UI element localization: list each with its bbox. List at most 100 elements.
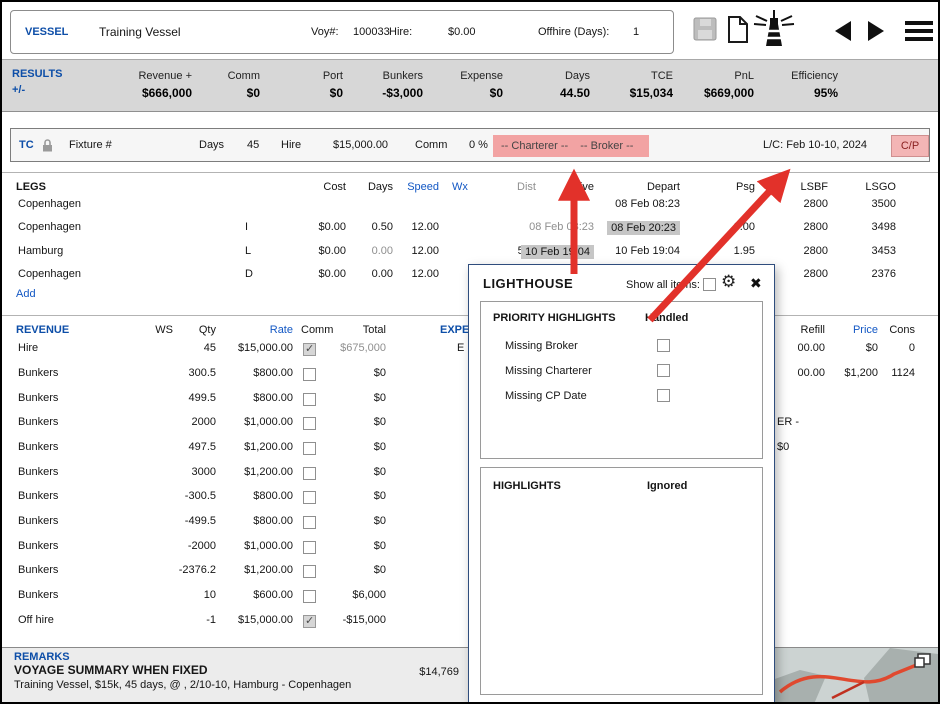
revenue-rate[interactable]: $800.00: [253, 490, 293, 502]
broker-placeholder[interactable]: -- Broker --: [580, 140, 633, 152]
leg-speed[interactable]: 12.00: [411, 245, 439, 257]
revenue-item-label[interactable]: Bunkers: [18, 490, 58, 502]
revenue-qty[interactable]: -2000: [188, 540, 216, 552]
comm-checkbox[interactable]: [303, 343, 316, 356]
revenue-rate[interactable]: $1,200.00: [244, 564, 293, 576]
revenue-qty[interactable]: 497.5: [188, 441, 216, 453]
revenue-rate[interactable]: $15,000.00: [238, 614, 293, 626]
leg-port[interactable]: Copenhagen: [18, 198, 81, 210]
revenue-item-label[interactable]: Off hire: [18, 614, 54, 626]
lighthouse-icon[interactable]: [752, 8, 796, 53]
comm-checkbox[interactable]: [303, 393, 316, 406]
revenue-rate[interactable]: $800.00: [253, 515, 293, 527]
leg-speed[interactable]: 12.00: [411, 221, 439, 233]
revenue-rate[interactable]: $600.00: [253, 589, 293, 601]
revenue-qty[interactable]: -2376.2: [179, 564, 216, 576]
add-leg-link[interactable]: Add: [16, 288, 36, 300]
revenue-qty[interactable]: -499.5: [185, 515, 216, 527]
revenue-rate[interactable]: $15,000.00: [238, 342, 293, 354]
revenue-rate[interactable]: $800.00: [253, 367, 293, 379]
revenue-rate[interactable]: $1,200.00: [244, 466, 293, 478]
revenue-item-label[interactable]: Bunkers: [18, 589, 58, 601]
voyage-summary-text[interactable]: Training Vessel, $15k, 45 days, @ , 2/10…: [14, 679, 351, 691]
cp-button[interactable]: C/P: [891, 135, 929, 157]
revenue-qty[interactable]: 3000: [192, 466, 216, 478]
handled-checkbox[interactable]: [657, 389, 670, 402]
leg-cost[interactable]: $0.00: [318, 268, 346, 280]
revenue-item-label[interactable]: Hire: [18, 342, 38, 354]
menu-icon[interactable]: [905, 21, 933, 41]
vessel-name[interactable]: Training Vessel: [99, 25, 181, 39]
copy-document-icon[interactable]: [726, 15, 750, 47]
comm-checkbox[interactable]: [303, 516, 316, 529]
legs-header-wx[interactable]: Wx: [452, 181, 468, 193]
show-all-items-checkbox[interactable]: [703, 278, 716, 291]
leg-days[interactable]: 0.00: [372, 245, 393, 257]
leg-days[interactable]: 0.50: [372, 221, 393, 233]
gear-icon[interactable]: ⚙: [721, 272, 736, 292]
revenue-qty[interactable]: -1: [206, 614, 216, 626]
revenue-item-label[interactable]: Bunkers: [18, 540, 58, 552]
tc-comm-value[interactable]: 0 %: [469, 139, 488, 151]
comm-checkbox[interactable]: [303, 590, 316, 603]
comm-checkbox[interactable]: [303, 442, 316, 455]
expand-panel-icon[interactable]: [914, 653, 931, 671]
revenue-header-rate[interactable]: Rate: [270, 324, 293, 336]
revenue-rate[interactable]: $800.00: [253, 392, 293, 404]
revenue-qty[interactable]: 499.5: [188, 392, 216, 404]
comm-checkbox[interactable]: [303, 565, 316, 578]
comm-checkbox[interactable]: [303, 417, 316, 430]
save-icon[interactable]: [692, 16, 718, 45]
results-plusminus[interactable]: +/-: [12, 84, 25, 96]
revenue-item-label[interactable]: Bunkers: [18, 367, 58, 379]
leg-lsgo: 3498: [872, 221, 896, 233]
navigate-forward-icon[interactable]: [868, 21, 884, 41]
revenue-item-label[interactable]: Bunkers: [18, 466, 58, 478]
comm-checkbox[interactable]: [303, 615, 316, 628]
comm-checkbox[interactable]: [303, 368, 316, 381]
legs-header-speed[interactable]: Speed: [407, 181, 439, 193]
bunker-price[interactable]: $0: [866, 342, 878, 354]
revenue-qty[interactable]: -300.5: [185, 490, 216, 502]
charterer-broker-field[interactable]: -- Charterer -- -- Broker --: [493, 135, 649, 157]
leg-cost[interactable]: $0.00: [318, 221, 346, 233]
revenue-item-label[interactable]: Bunkers: [18, 416, 58, 428]
laycan-field[interactable]: L/C: Feb 10-10, 2024: [763, 139, 867, 151]
leg-port[interactable]: Copenhagen: [18, 221, 81, 233]
revenue-rate[interactable]: $1,000.00: [244, 540, 293, 552]
close-icon[interactable]: ✖: [750, 275, 762, 292]
revenue-rate[interactable]: $1,200.00: [244, 441, 293, 453]
comm-checkbox[interactable]: [303, 541, 316, 554]
lock-icon[interactable]: [41, 138, 54, 156]
revenue-qty[interactable]: 45: [204, 342, 216, 354]
voyage-number-value[interactable]: 100033: [353, 26, 390, 38]
offhire-value[interactable]: 1: [633, 26, 639, 38]
bunker-price[interactable]: $1,200: [844, 367, 878, 379]
hire-value[interactable]: $0.00: [448, 26, 476, 38]
leg-port[interactable]: Hamburg: [18, 245, 63, 257]
revenue-item-label[interactable]: Bunkers: [18, 564, 58, 576]
leg-cost[interactable]: $0.00: [318, 245, 346, 257]
handled-checkbox[interactable]: [657, 339, 670, 352]
revenue-qty[interactable]: 10: [204, 589, 216, 601]
leg-days[interactable]: 0.00: [372, 268, 393, 280]
leg-port[interactable]: Copenhagen: [18, 268, 81, 280]
revenue-qty[interactable]: 2000: [192, 416, 216, 428]
charterer-placeholder[interactable]: -- Charterer --: [501, 140, 568, 152]
revenue-item-label[interactable]: Bunkers: [18, 441, 58, 453]
result-value: 95%: [748, 86, 838, 100]
bunker-header-price[interactable]: Price: [853, 324, 878, 336]
navigate-back-icon[interactable]: [835, 21, 851, 41]
fixture-number-field[interactable]: Fixture #: [69, 139, 112, 151]
result-header: Expense: [413, 70, 503, 82]
tc-hire-value[interactable]: $15,000.00: [333, 139, 388, 151]
tc-days-value[interactable]: 45: [247, 139, 259, 151]
revenue-item-label[interactable]: Bunkers: [18, 392, 58, 404]
handled-checkbox[interactable]: [657, 364, 670, 377]
revenue-rate[interactable]: $1,000.00: [244, 416, 293, 428]
revenue-item-label[interactable]: Bunkers: [18, 515, 58, 527]
leg-speed[interactable]: 12.00: [411, 268, 439, 280]
revenue-qty[interactable]: 300.5: [188, 367, 216, 379]
comm-checkbox[interactable]: [303, 467, 316, 480]
comm-checkbox[interactable]: [303, 491, 316, 504]
